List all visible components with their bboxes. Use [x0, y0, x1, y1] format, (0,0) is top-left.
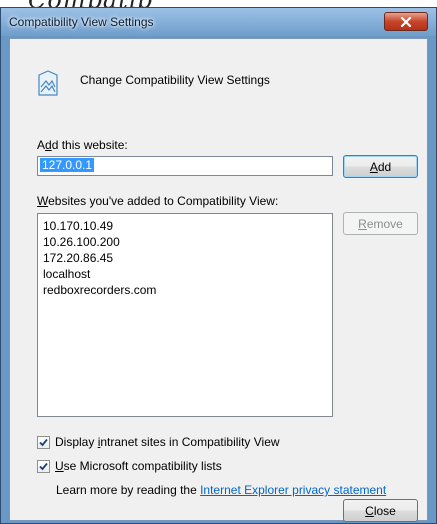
close-icon [400, 16, 412, 27]
dialog-window: Compatibility View Settings Change Compa… [0, 7, 437, 524]
add-website-input[interactable]: 127.0.0.1 [37, 156, 333, 176]
dialog-body: Change Compatibility View Settings Add t… [9, 38, 428, 522]
list-item[interactable]: 10.170.10.49 [42, 218, 328, 234]
list-item[interactable]: localhost [42, 266, 328, 282]
window-title: Compatibility View Settings [9, 15, 154, 29]
header-text: Change Compatibility View Settings [80, 73, 270, 87]
checkmark-icon [39, 462, 48, 470]
title-bar[interactable]: Compatibility View Settings [1, 8, 436, 36]
list-item[interactable]: 172.20.86.45 [42, 250, 328, 266]
close-button[interactable]: Close [343, 499, 418, 522]
privacy-statement-link[interactable]: Internet Explorer privacy statement [200, 483, 386, 497]
intranet-option-label: Display intranet sites in Compatibility … [55, 435, 280, 449]
close-window-button[interactable] [384, 12, 428, 31]
compatibility-view-icon [38, 70, 58, 96]
list-item[interactable]: 10.26.100.200 [42, 234, 328, 250]
learn-more-prefix: Learn more by reading the [56, 483, 201, 497]
ms-lists-option-label: Use Microsoft compatibility lists [55, 459, 222, 473]
list-item[interactable]: redboxrecorders.com [42, 282, 328, 298]
learn-more-text: Learn more by reading the Internet Explo… [56, 483, 386, 497]
ms-lists-option[interactable]: Use Microsoft compatibility lists [37, 459, 222, 473]
intranet-option[interactable]: Display intranet sites in Compatibility … [37, 435, 280, 449]
checkmark-icon [39, 438, 48, 446]
websites-list-label: Websites you've added to Compatibility V… [37, 194, 279, 208]
websites-list[interactable]: 10.170.10.49 10.26.100.200 172.20.86.45 … [37, 213, 333, 417]
intranet-checkbox[interactable] [37, 435, 50, 449]
ms-lists-checkbox[interactable] [37, 459, 50, 473]
add-website-label: Add this website: [37, 138, 128, 152]
add-button[interactable]: Add [343, 155, 418, 178]
add-website-input-value: 127.0.0.1 [40, 158, 95, 172]
remove-button[interactable]: Remove [343, 212, 418, 235]
